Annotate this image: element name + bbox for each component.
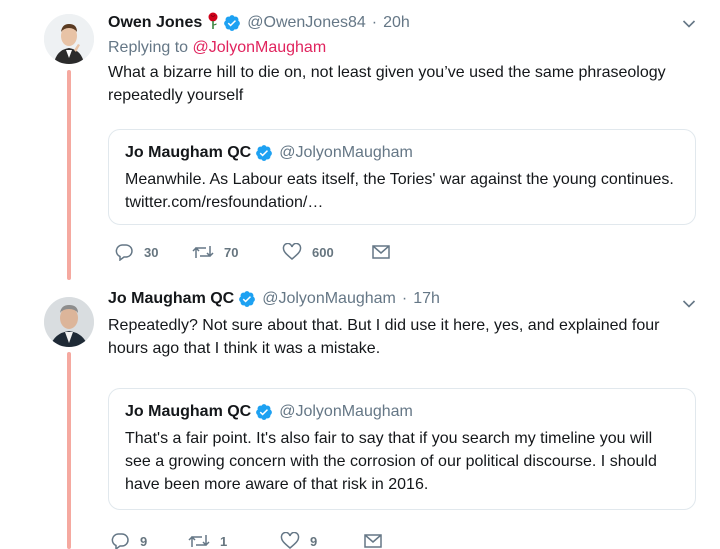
envelope-icon (372, 245, 390, 259)
like-button[interactable]: 600 (282, 243, 372, 261)
author-name[interactable]: Owen Jones (108, 14, 202, 32)
verified-badge-icon (238, 290, 256, 308)
replying-to-label: Replying to (108, 39, 189, 56)
quoted-author-name: Jo Maugham QC (125, 144, 252, 161)
reply-button[interactable]: 9 (110, 532, 188, 549)
quoted-tweet-text: That's a fair point. It's also fair to s… (125, 430, 657, 493)
envelope-icon (364, 534, 382, 548)
timestamp[interactable]: 20h (383, 14, 410, 32)
quoted-tweet[interactable]: Jo Maugham QC @JolyonMaugham Meanwhile. … (108, 129, 696, 225)
retweet-icon (192, 246, 214, 258)
verified-badge-icon (223, 14, 241, 32)
message-button[interactable] (372, 244, 390, 260)
heart-icon (282, 243, 302, 260)
replying-to-handle-link[interactable]: @JolyonMaugham (193, 39, 327, 56)
reply-count: 30 (144, 244, 159, 260)
avatar[interactable] (44, 14, 94, 64)
chevron-down-icon[interactable] (682, 296, 696, 314)
avatar[interactable] (44, 297, 94, 347)
tweet-actions: 30 70 600 (108, 243, 696, 261)
heart-icon (280, 532, 300, 549)
retweet-button[interactable]: 1 (188, 533, 280, 549)
like-count: 9 (310, 533, 318, 549)
like-button[interactable]: 9 (280, 532, 364, 549)
reply-button[interactable]: 30 (114, 243, 192, 261)
message-button[interactable] (364, 533, 382, 549)
retweet-icon (188, 535, 210, 547)
reply-count: 9 (140, 533, 148, 549)
retweet-count: 70 (224, 244, 239, 260)
tweet-actions: 9 1 9 (108, 532, 696, 549)
author-name[interactable]: Jo Maugham QC (108, 290, 234, 308)
quoted-author-name: Jo Maugham QC (125, 403, 252, 420)
reply-icon (111, 533, 129, 549)
verified-badge-icon (255, 144, 273, 162)
separator-dot: · (371, 14, 378, 31)
reply-icon (115, 244, 133, 261)
quoted-tweet-text: Meanwhile. As Labour eats itself, the To… (125, 171, 674, 211)
timestamp[interactable]: 17h (413, 290, 440, 308)
replying-to: Replying to @JolyonMaugham (108, 39, 696, 57)
quoted-author-handle: @JolyonMaugham (279, 144, 413, 161)
quoted-tweet[interactable]: Jo Maugham QC @JolyonMaugham That's a fa… (108, 388, 696, 510)
rose-icon (207, 12, 219, 35)
tweet-header: Jo Maugham QC @JolyonMaugham · 17h (108, 288, 696, 310)
retweet-button[interactable]: 70 (192, 244, 282, 260)
tweet-owen-jones[interactable]: Owen Jones @OwenJones84 · 20h Replying t… (0, 0, 720, 285)
tweet-header: Owen Jones @OwenJones84 · 20h (108, 12, 696, 34)
chevron-down-icon[interactable] (682, 16, 696, 34)
tweet-text: What a bizarre hill to die on, not least… (108, 64, 666, 104)
like-count: 600 (312, 244, 334, 260)
author-handle[interactable]: @OwenJones84 (247, 14, 366, 32)
separator-dot: · (401, 290, 408, 307)
quoted-author-handle: @JolyonMaugham (279, 403, 413, 420)
author-handle[interactable]: @JolyonMaugham (262, 290, 396, 308)
verified-badge-icon (255, 403, 273, 421)
tweet-jo-maugham[interactable]: Jo Maugham QC @JolyonMaugham · 17h Repea… (0, 285, 720, 549)
tweet-text: Repeatedly? Not sure about that. But I d… (108, 317, 660, 357)
retweet-count: 1 (220, 533, 228, 549)
